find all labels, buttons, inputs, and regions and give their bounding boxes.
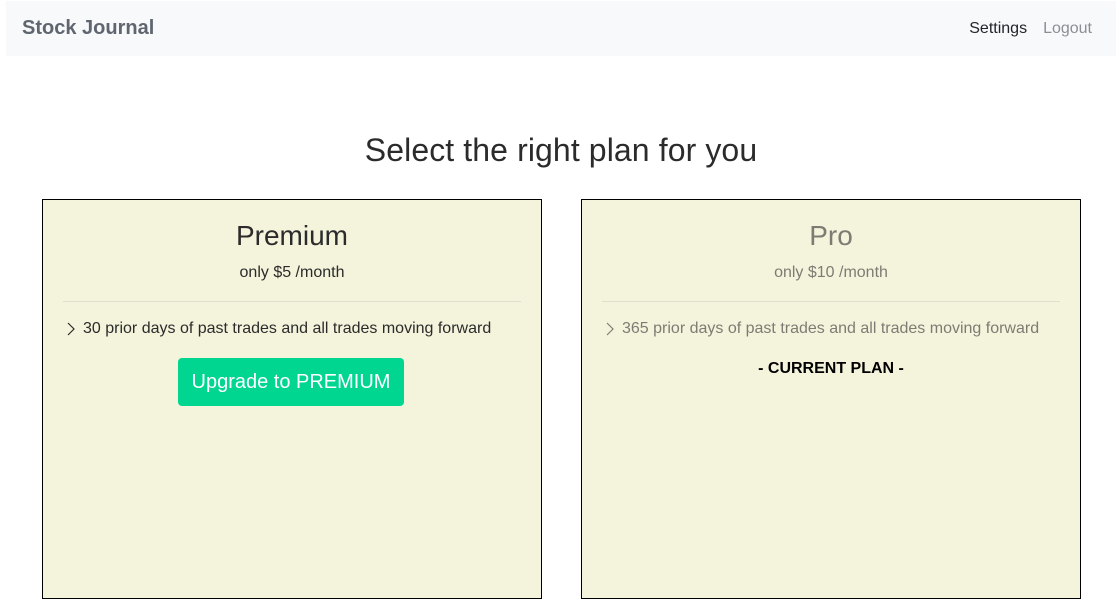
plan-title: Premium (235, 220, 348, 251)
nav-links: Settings Logout (969, 20, 1092, 38)
card-divider (63, 301, 521, 302)
chevron-right-icon (67, 322, 75, 336)
plan-feature-text: 30 prior days of past trades and all tra… (83, 320, 492, 337)
nav-logout-link[interactable]: Logout (1043, 20, 1092, 38)
plan-price: only $10 /month (774, 264, 888, 281)
chevron-right-icon (606, 322, 614, 336)
current-plan-label: - CURRENT PLAN - (758, 360, 904, 377)
brand-logo[interactable]: Stock Journal (22, 17, 154, 40)
card-divider (602, 301, 1060, 302)
plan-price: only $5 /month (239, 264, 345, 281)
plan-card-pro: Pro only $10 /month 365 prior days of pa… (581, 199, 1081, 599)
plan-card-premium: Premium only $5 /month 30 prior days of … (42, 199, 542, 599)
page-title: Select the right plan for you (364, 132, 758, 168)
navbar: Stock Journal Settings Logout (6, 1, 1116, 56)
nav-settings-link[interactable]: Settings (969, 20, 1027, 38)
plan-feature: 30 prior days of past trades and all tra… (65, 320, 491, 338)
plan-feature-text: 365 prior days of past trades and all tr… (622, 320, 1040, 337)
plan-feature: 365 prior days of past trades and all tr… (604, 320, 1039, 338)
upgrade-premium-button[interactable]: Upgrade to PREMIUM (178, 358, 404, 406)
plan-title: Pro (809, 220, 853, 251)
